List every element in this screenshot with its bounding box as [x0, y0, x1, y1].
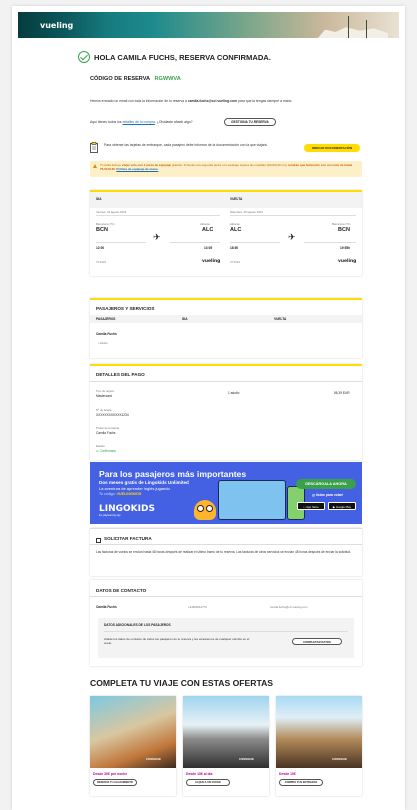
booking-code-label: CÓDIGO DE RESERVA [90, 76, 150, 82]
passenger-name: Camila Fuchs [96, 332, 117, 336]
outbound-date: Viernes, 24 agosto 2024 [96, 210, 127, 214]
plane-icon: ✈ [153, 232, 161, 242]
vueling-logo[interactable]: vueling [40, 21, 73, 30]
invoice-text: Las facturas de vuelos se envían hasta 4… [96, 550, 351, 554]
plane-icon: ✈ [288, 232, 296, 242]
contact-name: Camila Fuchs [96, 605, 117, 609]
card-type: Mastercard [96, 394, 112, 398]
flights-card: IDA Viernes, 24 agosto 2024 Barcelona (T… [90, 190, 362, 276]
payment-card: DETALLES DEL PAGO Tipo de tarjeta Master… [90, 364, 362, 460]
purchase-details-line: Aquí tienes todos los detalles de tu com… [90, 120, 193, 124]
contact-title: DATOS DE CONTACTO [96, 588, 147, 593]
passenger-type: • Adulto [98, 341, 108, 345]
lingokids-promo-banner[interactable]: Para los pasajeros más importantes Dos m… [90, 462, 362, 524]
boarding-notice: Para obtener las tarjetas de embarque, c… [104, 143, 268, 147]
confirmation-page: vueling HOLA CAMILA FUCHS, RESERVA CONFI… [12, 6, 405, 810]
passengers-title: PASAJEROS Y SERVICIOS [96, 306, 155, 311]
offer-car-rental[interactable]: CONSIGUE Desde 15€ al día ALQUILA UN COC… [183, 696, 269, 796]
check-circle-icon: ⊙ [96, 449, 99, 453]
return-label: VUELTA [230, 197, 243, 201]
page-title: HOLA CAMILA FUCHS, RESERVA CONFIRMADA. [94, 53, 271, 62]
contact-email: camila.fuchs@cci.vueling.com [270, 605, 308, 609]
hero-banner: vueling [18, 12, 399, 38]
document-icon [90, 142, 98, 153]
outbound-label: IDA [96, 197, 102, 201]
carrier-logo: vueling [338, 259, 357, 264]
app-store-badge[interactable]:  App Store [297, 502, 325, 510]
download-now-button[interactable]: DESCÁRGALA AHORA [296, 479, 356, 489]
offer-accommodation[interactable]: CONSIGUE Desde 30€ por noche RESERVA TU … [90, 696, 176, 796]
outbound-origin: BCN [96, 227, 108, 233]
google-play-badge[interactable]: ▶ Google Play [328, 502, 356, 510]
check-circle-icon [78, 51, 90, 63]
lingokids-logo: LINGOKIDS [99, 504, 155, 514]
booking-code: CÓDIGO DE RESERVA RGWWVA [90, 76, 181, 82]
offer-image [90, 696, 176, 768]
offer-image [276, 696, 362, 768]
invoice-title: SOLICITAR FACTURA [104, 536, 152, 541]
invoice-card: SOLICITAR FACTURA Las facturas de vuelos… [90, 528, 362, 576]
tablet-illustration [218, 480, 286, 520]
request-invoice-checkbox[interactable] [96, 538, 101, 543]
contact-card: DATOS DE CONTACTO Camila Fuchs +34666412… [90, 580, 362, 666]
return-date: Miércoles, 28 agosto 2024 [230, 210, 263, 214]
email-notice: Hemos enviado un email con toda la infor… [90, 99, 293, 103]
contact-phone: +34666412770 [188, 605, 207, 609]
payment-status: ⊙ Confirmado [96, 449, 117, 453]
outbound-flight-number: VY1324 [96, 260, 106, 264]
owl-mascot-icon [194, 500, 216, 520]
purchase-details-link[interactable]: detalles de tu compra [122, 120, 154, 124]
outbound-destination: ALC [202, 227, 214, 233]
manage-booking-button[interactable]: GESTIONA TU RESERVA [224, 118, 276, 126]
offer-image [183, 696, 269, 768]
book-accommodation-button[interactable]: RESERVA TU ALOJAMIENTO [93, 779, 137, 786]
card-number: XXXXXXXXXXXX1234 [96, 413, 129, 417]
buy-tickets-button[interactable]: COMPRA TUS ENTRADAS [279, 779, 323, 786]
indicate-documents-button[interactable]: INDICAR DOCUMENTACIÓN [304, 144, 360, 152]
return-destination: BCN [338, 227, 350, 233]
return-flight-number: VY1321 [230, 260, 240, 264]
promo-code: VUELINGKIDS [116, 492, 142, 496]
notice-email: camila.fuchs@cci.vueling.com [187, 99, 238, 103]
payment-amount: 56,39 EUR [334, 391, 350, 395]
payment-title: DETALLES DEL PAGO [96, 372, 145, 377]
booking-code-value: RGWWVA [154, 76, 181, 82]
additional-passenger-data-box: DATOS ADICIONALES DE LOS PASAJEROS Añade… [98, 618, 354, 658]
carrier-logo: vueling [202, 259, 221, 264]
baggage-policy-link[interactable]: Política de equipaje de mano. [116, 167, 158, 171]
return-origin: ALC [230, 227, 242, 233]
passenger-count: 1 adulto [228, 391, 240, 395]
complete-data-button[interactable]: COMPLETAR DATOS [292, 638, 342, 645]
warning-icon [93, 164, 97, 168]
passengers-card: PASAJEROS Y SERVICIOS PASAJEROS IDA VUEL… [90, 298, 362, 358]
rent-car-button[interactable]: ALQUILA UN COCHE [186, 779, 230, 786]
offer-tickets[interactable]: CONSIGUE Desde 10€ COMPRA TUS ENTRADAS [276, 696, 362, 796]
promo-headline: Para los pasajeros más importantes [99, 469, 247, 479]
offers-title: COMPLETA TU VIAJE CON ESTAS OFERTAS [90, 678, 274, 688]
baggage-warning: Tu tarifa incluye viajar solo con 1 piez… [90, 161, 362, 177]
card-holder: Camila Fuchs [96, 431, 116, 435]
